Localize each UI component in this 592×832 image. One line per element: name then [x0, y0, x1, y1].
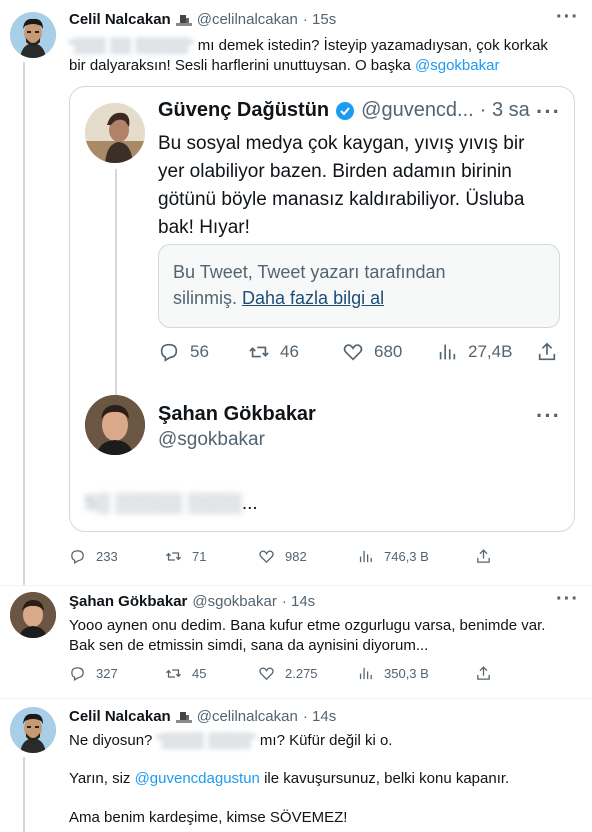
share-button[interactable]: [475, 665, 492, 682]
author-name[interactable]: Şahan Gökbakar: [69, 593, 187, 610]
avatar[interactable]: [10, 592, 56, 638]
retweet-button[interactable]: 46: [248, 341, 299, 363]
reply-icon: [160, 343, 178, 362]
deleted-tweet-notice: Bu Tweet, Tweet yazarı tarafından silinm…: [158, 244, 560, 328]
share-icon: [538, 342, 556, 361]
tweet-text-line: Ne diyosun? “▒▒▒▒ ▒▒▒▒” mı? Küfür değil …: [69, 732, 393, 749]
share-button[interactable]: [536, 341, 558, 363]
author-name[interactable]: Celil Nalcakan: [69, 708, 171, 725]
mention-link[interactable]: @guvencdagustun: [135, 770, 260, 787]
tweet-text-line: Yarın, siz @guvencdagustun ile kavuşursu…: [69, 770, 510, 787]
tweet-time[interactable]: · 14s: [303, 708, 336, 725]
tweet-text-line2: bir dalyaraksın! Sesli harflerini unuttu…: [69, 57, 500, 74]
blurred-text: “▒▒▒▒ ▒▒▒▒”: [156, 732, 256, 749]
views-button[interactable]: 746,3 B: [357, 548, 429, 565]
views-icon: [439, 344, 456, 360]
avatar[interactable]: [85, 395, 145, 455]
author-name[interactable]: Celil Nalcakan: [69, 11, 171, 28]
more-icon[interactable]: ···: [556, 6, 579, 29]
quoted-text-line: yer olabiliyor bazen. Birden adamın biri…: [158, 161, 512, 182]
reply-button[interactable]: 233: [69, 548, 118, 565]
thread-line: [115, 169, 117, 397]
thread-line: [23, 757, 25, 832]
views-icon: [359, 550, 372, 563]
reply-icon: [71, 667, 84, 682]
tweet-celil-1[interactable]: Celil Nalcakan @celilnalcakan · 15s ··· …: [0, 0, 592, 585]
tweet-text-line: Yooo aynen onu dedim. Bana kufur etme oz…: [69, 617, 546, 634]
retweet-icon: [165, 669, 182, 678]
more-icon[interactable]: ···: [556, 588, 579, 611]
author-handle[interactable]: @sgokbakar: [158, 429, 265, 451]
share-button[interactable]: [475, 548, 492, 565]
tweet-celil-2[interactable]: Celil Nalcakan @celilnalcakan · 14s Ne d…: [0, 699, 592, 832]
like-button[interactable]: 2.275: [258, 665, 318, 682]
retweet-button[interactable]: 71: [165, 548, 206, 565]
author-name[interactable]: Güvenç Dağüstün: [158, 99, 329, 122]
views-button[interactable]: 350,3 B: [357, 665, 429, 682]
views-icon: [359, 667, 372, 680]
views-button[interactable]: 27,4B: [436, 341, 512, 363]
quoted-text-line: Bu sosyal medya çok kaygan, yıvış yıvış …: [158, 133, 525, 154]
retweet-icon: [165, 552, 182, 561]
like-icon: [259, 550, 274, 564]
tweet-sahan[interactable]: Şahan Gökbakar @sgokbakar · 14s ··· Yooo…: [0, 586, 592, 698]
author-handle[interactable]: @guvencd...: [361, 99, 474, 122]
like-icon: [259, 667, 274, 681]
verified-badge-icon: [335, 101, 355, 121]
like-button[interactable]: 680: [342, 341, 402, 363]
author-handle[interactable]: @sgokbakar: [192, 593, 276, 610]
reply-text: S▒ ▒▒▒▒▒ ▒▒▒▒...: [84, 493, 258, 514]
quoted-text-line: bak! Hıyar!: [158, 217, 250, 238]
like-button[interactable]: 982: [258, 548, 307, 565]
reply-button[interactable]: 56: [158, 341, 209, 363]
share-icon: [477, 666, 490, 680]
blurred-text: “▒▒▒ ▒▒ ▒▒▒▒▒”: [69, 37, 194, 54]
tweet-text-line: Bak sen de etmissin simdi, sana da aynis…: [69, 637, 429, 654]
author-handle[interactable]: @celilnalcakan: [197, 11, 298, 28]
reply-icon: [71, 550, 84, 565]
tweet-text-line1: “▒▒▒ ▒▒ ▒▒▒▒▒” mı demek istedin? İsteyip…: [69, 37, 548, 54]
avatar[interactable]: [85, 103, 145, 163]
avatar[interactable]: [10, 12, 56, 58]
author-handle[interactable]: @celilnalcakan: [197, 708, 298, 725]
retweet-button[interactable]: 45: [165, 665, 206, 682]
more-icon[interactable]: ···: [536, 99, 561, 125]
quoted-text-line: götünü böyle manasız kaldırabiliyor. Üsl…: [158, 189, 525, 210]
tweet-text-line: Ama benim kardeşime, kimse SÖVEMEZ!: [69, 809, 348, 826]
avatar[interactable]: [10, 707, 56, 753]
tweet-time[interactable]: · 14s: [282, 593, 315, 610]
thread-line: [23, 62, 25, 585]
tweet-time[interactable]: · 15s: [303, 11, 336, 28]
reply-button[interactable]: 327: [69, 665, 118, 682]
learn-more-link[interactable]: Daha fazla bilgi al: [242, 288, 384, 308]
share-icon: [477, 549, 490, 563]
quoted-tweet-card[interactable]: Güvenç Dağüstün @guvencd... · 3 sa ··· B…: [69, 86, 575, 532]
mention-link[interactable]: @sgokbakar: [415, 57, 499, 74]
author-name[interactable]: Şahan Gökbakar: [158, 403, 316, 426]
retweet-icon: [249, 346, 269, 358]
flag-emoji-icon: [175, 710, 192, 724]
more-icon[interactable]: ···: [536, 403, 561, 429]
flag-emoji-icon: [175, 13, 192, 27]
like-icon: [343, 344, 363, 361]
tweet-time[interactable]: · 3 sa: [480, 99, 530, 122]
